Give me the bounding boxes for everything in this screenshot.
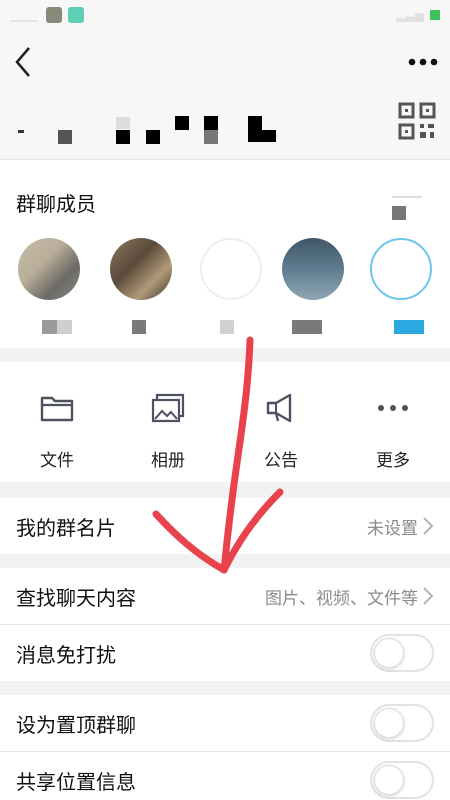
member-item[interactable] <box>282 238 362 338</box>
share-location-toggle[interactable] <box>370 761 434 799</box>
avatar <box>18 238 80 300</box>
row-title: 我的群名片 <box>16 515 116 540</box>
member-avatar-row <box>0 238 450 338</box>
avatar <box>282 238 344 300</box>
do-not-disturb-toggle[interactable] <box>370 634 434 672</box>
more-dots-icon <box>378 405 408 411</box>
chevron-left-icon <box>15 47 30 77</box>
action-label: 公告 <box>264 451 298 471</box>
row-value: 未设置 <box>367 518 418 539</box>
member-item[interactable] <box>110 238 190 338</box>
member-item[interactable] <box>200 238 280 338</box>
status-right: ▂▃▅ <box>396 8 440 22</box>
action-more[interactable]: 更多 <box>348 362 438 482</box>
member-name-redacted <box>394 320 424 334</box>
group-members-section: 群聊成员 <box>0 160 450 348</box>
member-name-redacted <box>292 320 322 334</box>
do-not-disturb-row: 消息免打扰 <box>0 625 450 681</box>
avatar <box>110 238 172 300</box>
signal-icon: ▂▃▅ <box>396 8 424 22</box>
action-album[interactable]: 相册 <box>123 362 213 482</box>
pin-chat-toggle[interactable] <box>370 704 434 742</box>
row-title: 设为置顶群聊 <box>16 712 136 737</box>
group-name-redacted <box>16 114 286 146</box>
member-item[interactable] <box>18 238 98 338</box>
app-notification-icon <box>67 7 84 23</box>
row-title: 查找聊天内容 <box>16 585 136 610</box>
chevron-right-icon <box>423 587 434 605</box>
folder-icon <box>40 396 74 422</box>
action-label: 更多 <box>376 451 410 471</box>
app-notification-icon <box>45 7 62 23</box>
avatar <box>370 238 432 300</box>
action-files[interactable]: 文件 <box>12 362 102 482</box>
action-label: 文件 <box>40 451 74 471</box>
status-time: ▁▁▁ <box>10 8 38 22</box>
qr-code-button[interactable] <box>398 102 436 140</box>
qr-code-icon <box>398 102 436 140</box>
back-button[interactable] <box>8 44 38 80</box>
status-bar: ▁▁▁ ▂▃▅ <box>0 0 450 30</box>
more-dots-icon <box>408 58 438 66</box>
row-value: 图片、视频、文件等 <box>265 588 418 609</box>
row-title: 消息免打扰 <box>16 642 116 667</box>
members-count-redacted[interactable] <box>392 190 432 220</box>
photo-album-icon <box>151 393 185 423</box>
header <box>0 30 450 160</box>
search-chat-row[interactable]: 查找聊天内容 图片、视频、文件等 <box>0 568 450 624</box>
member-name-redacted <box>42 320 72 334</box>
chevron-right-icon <box>423 517 434 535</box>
pin-chat-row: 设为置顶群聊 <box>0 695 450 751</box>
members-title: 群聊成员 <box>16 192 96 216</box>
action-label: 相册 <box>151 451 185 471</box>
action-announcement[interactable]: 公告 <box>236 362 326 482</box>
battery-icon <box>430 10 440 20</box>
member-item[interactable] <box>370 238 450 338</box>
share-location-row: 共享位置信息 <box>0 752 450 800</box>
avatar <box>200 238 262 300</box>
row-title: 共享位置信息 <box>16 769 136 794</box>
member-name-redacted <box>220 320 234 334</box>
my-group-card-row[interactable]: 我的群名片 未设置 <box>0 498 450 554</box>
member-name-redacted <box>132 320 146 334</box>
more-options-button[interactable] <box>406 48 440 76</box>
quick-actions: 文件 相册 公告 更多 <box>0 362 450 482</box>
megaphone-icon <box>266 393 292 423</box>
